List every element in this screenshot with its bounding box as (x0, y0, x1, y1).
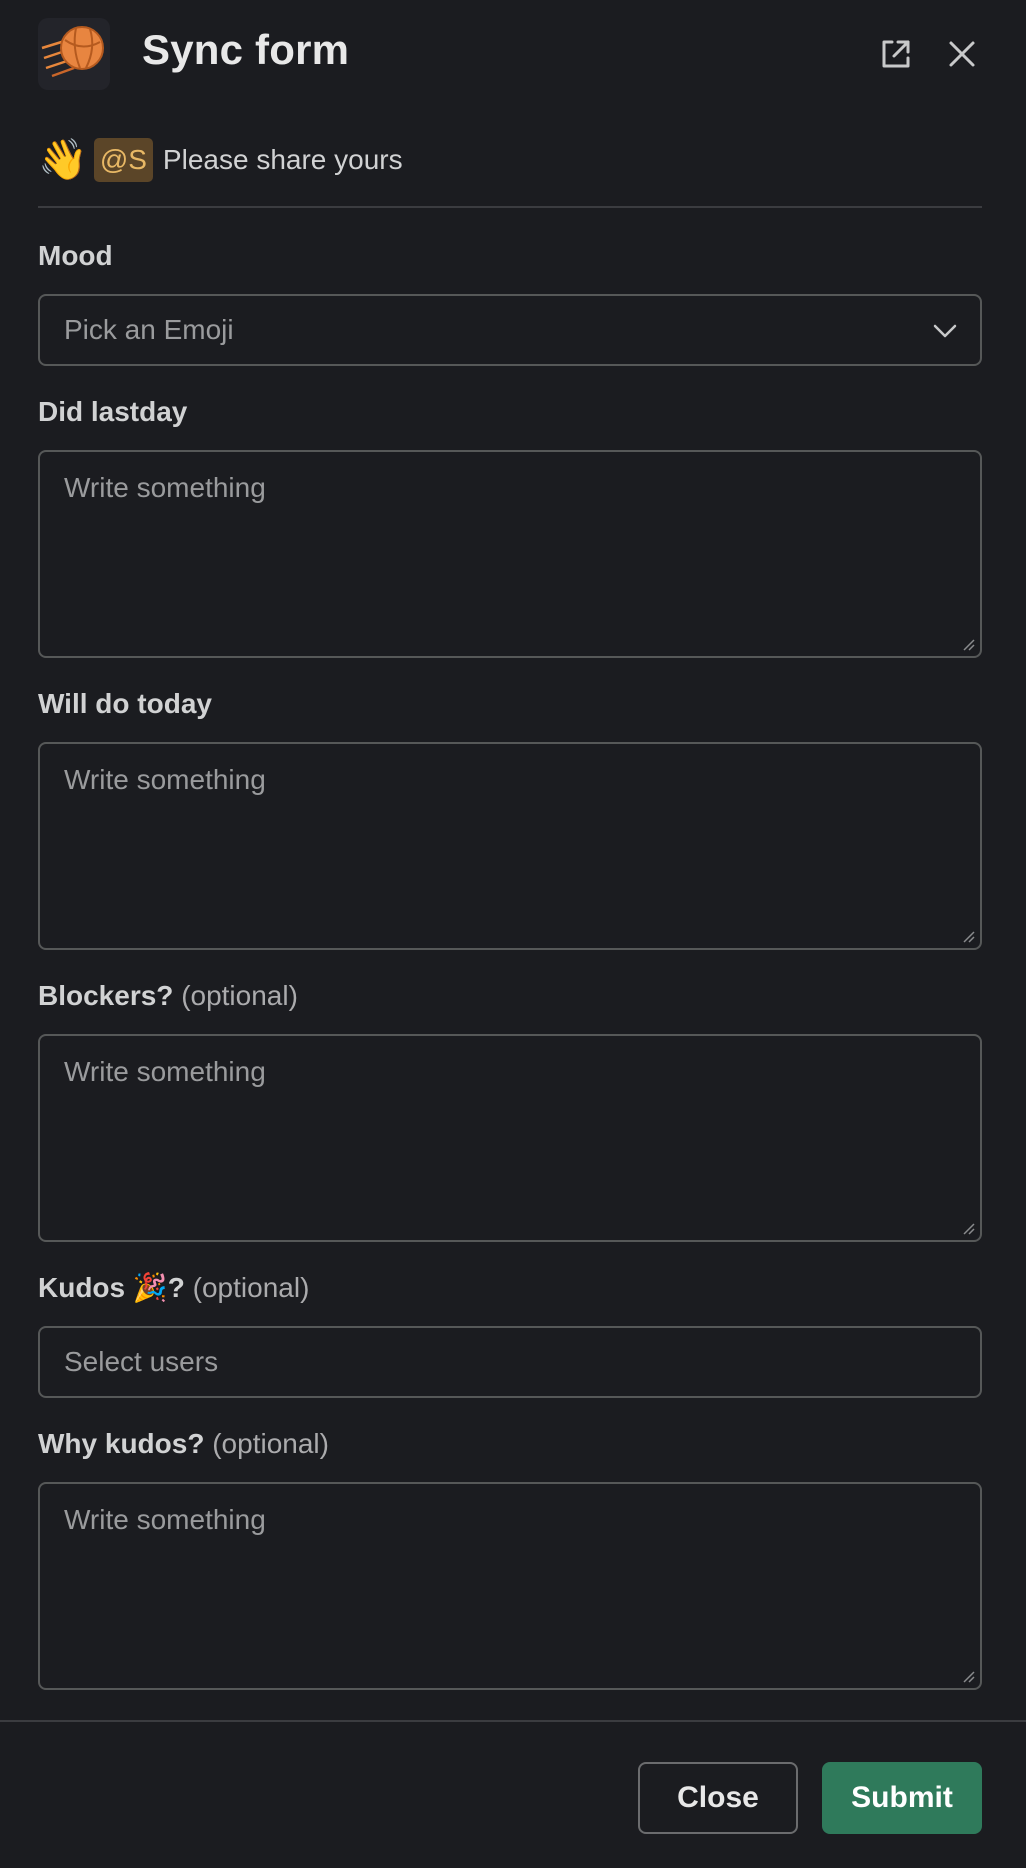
why-kudos-label: Why kudos? (optional) (38, 1428, 329, 1459)
party-popper-emoji: 🎉 (132, 1272, 168, 1303)
external-link-icon[interactable] (872, 30, 920, 78)
resize-grip-icon[interactable] (960, 1220, 976, 1236)
mood-placeholder: Pick an Emoji (64, 314, 234, 345)
kudos-user-select[interactable]: Select users (38, 1326, 982, 1398)
why-kudos-placeholder: Write something (64, 1504, 266, 1535)
intro-section: 👋 @S Please share yours (38, 134, 403, 186)
intro-text: Please share yours (162, 144, 403, 175)
modal-header: Sync form (0, 0, 1026, 110)
will-do-today-label: Will do today (38, 688, 212, 719)
sync-form-modal: Sync form 👋 @S Please share yours Mood P… (0, 0, 1026, 1868)
resize-grip-icon[interactable] (960, 636, 976, 652)
optional-tag: (optional) (212, 1428, 329, 1459)
resize-grip-icon[interactable] (960, 928, 976, 944)
kudos-label: Kudos 🎉? (optional) (38, 1272, 310, 1303)
optional-tag: (optional) (181, 980, 298, 1011)
modal-title: Sync form (142, 26, 350, 73)
will-do-today-placeholder: Write something (64, 764, 266, 795)
did-lastday-placeholder: Write something (64, 472, 266, 503)
kudos-placeholder: Select users (64, 1346, 219, 1377)
why-kudos-textarea[interactable]: Write something (38, 1482, 982, 1690)
did-lastday-label: Did lastday (38, 396, 188, 427)
did-lastday-textarea[interactable]: Write something (38, 450, 982, 658)
header-divider (38, 206, 982, 208)
user-mention[interactable]: @S (93, 138, 153, 182)
chevron-down-icon (933, 324, 957, 338)
close-icon[interactable] (938, 30, 986, 78)
waving-hand-emoji: 👋 (38, 138, 88, 182)
blockers-label: Blockers? (optional) (38, 980, 298, 1011)
mood-label: Mood (38, 240, 113, 271)
will-do-today-textarea[interactable]: Write something (38, 742, 982, 950)
footer-divider (0, 1720, 1026, 1722)
optional-tag: (optional) (192, 1272, 310, 1303)
close-button[interactable]: Close (638, 1762, 798, 1834)
blockers-placeholder: Write something (64, 1056, 266, 1087)
ball-with-motion-lines-icon (38, 18, 110, 90)
blockers-textarea[interactable]: Write something (38, 1034, 982, 1242)
submit-button[interactable]: Submit (822, 1762, 982, 1834)
mood-select[interactable]: Pick an Emoji (38, 294, 982, 366)
resize-grip-icon[interactable] (960, 1668, 976, 1684)
